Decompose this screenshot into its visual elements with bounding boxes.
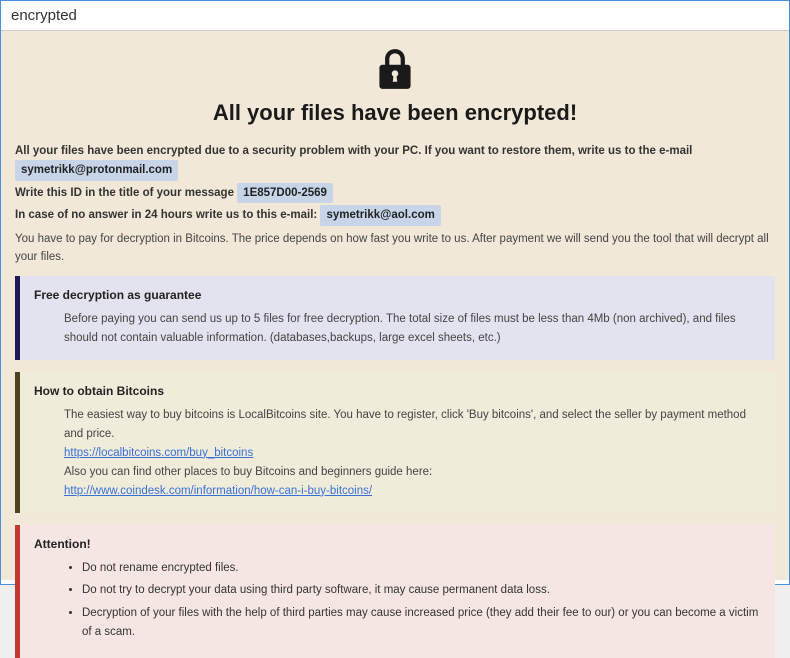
box1-body: Before paying you can send us up to 5 fi…	[34, 310, 763, 348]
attention-list: Do not rename encrypted files. Do not tr…	[64, 559, 763, 643]
box2-body: The easiest way to buy bitcoins is Local…	[34, 406, 763, 501]
box-attention: Attention! Do not rename encrypted files…	[15, 525, 775, 658]
attention-item: Do not try to decrypt your data using th…	[82, 581, 763, 600]
id-badge: 1E857D00-2569	[237, 183, 333, 203]
payment-info: You have to pay for decryption in Bitcoi…	[15, 230, 775, 267]
box2-line2: Also you can find other places to buy Bi…	[64, 463, 763, 482]
intro-text-2: Write this ID in the title of your messa…	[15, 187, 234, 199]
content-area: All your files have been encrypted! All …	[1, 31, 789, 580]
link-localbitcoins[interactable]: https://localbitcoins.com/buy_bitcoins	[64, 447, 253, 459]
box1-title: Free decryption as guarantee	[34, 286, 763, 306]
intro-line-3: In case of no answer in 24 hours write u…	[15, 205, 775, 225]
lock-icon-wrap	[15, 49, 775, 94]
email-badge-1: symetrikk@protonmail.com	[15, 160, 178, 180]
link-coindesk[interactable]: http://www.coindesk.com/information/how-…	[64, 485, 372, 497]
lock-icon	[378, 49, 412, 89]
page-title: All your files have been encrypted!	[15, 100, 775, 126]
box2-line1: The easiest way to buy bitcoins is Local…	[64, 406, 763, 444]
attention-item: Decryption of your files with the help o…	[82, 604, 763, 642]
window-titlebar: encrypted	[1, 1, 789, 31]
intro-line-2: Write this ID in the title of your messa…	[15, 183, 775, 203]
intro-text-1: All your files have been encrypted due t…	[15, 145, 692, 157]
window-title: encrypted	[11, 7, 77, 24]
intro-line-1: All your files have been encrypted due t…	[15, 142, 775, 181]
box3-title: Attention!	[34, 535, 763, 555]
intro-text-3: In case of no answer in 24 hours write u…	[15, 209, 317, 221]
ransom-window: encrypted All your files have been encry…	[0, 0, 790, 585]
box-free-decryption: Free decryption as guarantee Before payi…	[15, 276, 775, 360]
box2-title: How to obtain Bitcoins	[34, 382, 763, 402]
attention-item: Do not rename encrypted files.	[82, 559, 763, 578]
box3-body: Do not rename encrypted files. Do not tr…	[34, 559, 763, 643]
email-badge-2: symetrikk@aol.com	[320, 205, 440, 225]
box-obtain-bitcoins: How to obtain Bitcoins The easiest way t…	[15, 372, 775, 513]
